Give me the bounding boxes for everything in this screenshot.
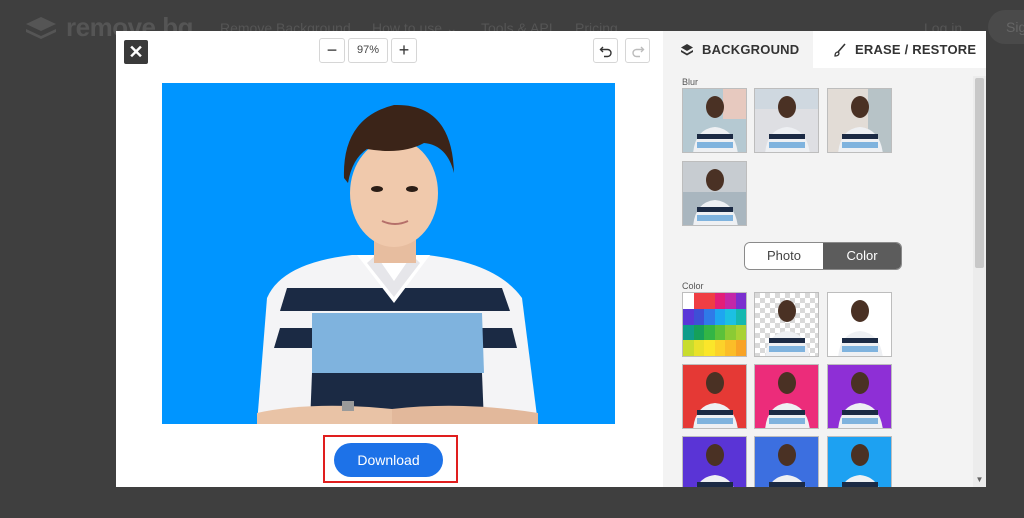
color-thumbnail-violet[interactable] [682, 436, 747, 487]
photo-color-toggle: Photo Color [744, 242, 902, 270]
undo-icon [599, 46, 612, 57]
zoom-level: 97% [348, 38, 388, 63]
scrollbar-thumb[interactable] [975, 78, 984, 268]
close-icon: ✕ [128, 42, 144, 62]
sidebar: BACKGROUND ERASE / RESTORE Blur Photo Co… [663, 31, 986, 487]
color-thumbnail-sky[interactable] [827, 436, 892, 487]
download-button[interactable]: Download [334, 443, 443, 477]
subject-photo [257, 104, 538, 424]
blur-thumbnail[interactable] [682, 161, 747, 226]
color-thumbnail-purple[interactable] [827, 364, 892, 429]
editor-modal: ✕ − 97% + Download BACKGROUND ERASE / RE… [116, 31, 986, 487]
sidebar-scrollbar[interactable]: ▼ [973, 76, 986, 487]
blur-section-label: Blur [682, 77, 699, 87]
redo-icon [631, 46, 644, 57]
tab-background-label: BACKGROUND [702, 42, 800, 57]
blur-thumbnail[interactable] [682, 88, 747, 153]
blur-thumbnail[interactable] [754, 88, 819, 153]
sidebar-tabs: BACKGROUND ERASE / RESTORE [663, 31, 986, 68]
close-button[interactable]: ✕ [124, 40, 148, 64]
image-canvas [162, 83, 615, 424]
tab-erase-restore-label: ERASE / RESTORE [855, 42, 977, 57]
color-thumbnail-white[interactable] [827, 292, 892, 357]
layers-icon [681, 43, 693, 55]
logo-mark-icon [26, 16, 56, 39]
zoom-in-button[interactable]: + [391, 38, 417, 63]
redo-button[interactable] [625, 38, 650, 63]
color-thumbnail-pink[interactable] [754, 364, 819, 429]
zoom-out-button[interactable]: − [319, 38, 345, 63]
tab-erase-restore[interactable]: ERASE / RESTORE [813, 31, 986, 68]
color-thumbnail-blue[interactable] [754, 436, 819, 487]
toggle-photo[interactable]: Photo [745, 243, 823, 269]
blur-thumbnail[interactable] [827, 88, 892, 153]
brush-icon [834, 42, 846, 57]
color-palette-picker[interactable] [682, 292, 747, 357]
toggle-color[interactable]: Color [823, 243, 901, 269]
scroll-down-icon[interactable]: ▼ [975, 475, 984, 485]
color-thumbnail-red[interactable] [682, 364, 747, 429]
zoom-controls: − 97% + [319, 38, 417, 63]
nav-signup[interactable]: Sig [988, 10, 1024, 44]
undo-button[interactable] [593, 38, 618, 63]
tab-background[interactable]: BACKGROUND [663, 31, 813, 68]
color-section-label: Color [682, 281, 704, 291]
color-thumbnail-transparent[interactable] [754, 292, 819, 357]
